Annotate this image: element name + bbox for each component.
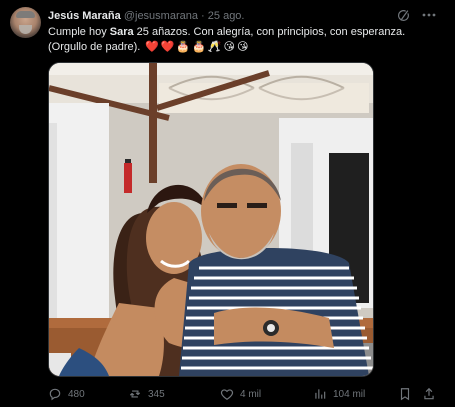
like-button[interactable]: 4 mil xyxy=(220,385,261,403)
bookmark-icon xyxy=(400,388,410,401)
tweet-text-line-1: Cumple hoy Sara 25 añazos. Con alegría, … xyxy=(48,25,428,40)
kiss-emoji: 😘 xyxy=(236,41,249,53)
reply-icon xyxy=(49,388,61,401)
photo-scene xyxy=(49,63,373,376)
tweet-text-name: Sara xyxy=(109,26,134,38)
views-count: 104 mil xyxy=(333,388,366,400)
share-icon xyxy=(424,387,434,400)
views-button[interactable]: 104 mil xyxy=(313,385,365,403)
views-chart-icon xyxy=(315,389,326,399)
emoji-row: ❤️ ❤️ 🎂 🎂 🥂 😘 😘 xyxy=(145,40,248,55)
repost-count: 345 xyxy=(148,388,165,400)
avatar-beard xyxy=(19,25,32,34)
heart-icon xyxy=(220,389,234,400)
more-icon[interactable] xyxy=(421,7,437,23)
header-icons xyxy=(395,7,437,23)
header-separator: · xyxy=(201,10,205,22)
author-avatar[interactable] xyxy=(10,7,41,38)
tweet-card[interactable]: Jesús Maraña @jesusmarana · 25 ago. Cump… xyxy=(0,0,455,407)
repost-button[interactable]: 345 xyxy=(128,385,165,403)
tweet-photo[interactable] xyxy=(48,62,374,377)
heart-emoji: ❤️ xyxy=(145,41,159,53)
clinking-glasses-emoji: 🥂 xyxy=(207,41,222,53)
avatar-hair xyxy=(16,11,35,18)
tweet-header: Jesús Maraña @jesusmarana · 25 ago. xyxy=(48,8,435,24)
author-display-name[interactable]: Jesús Maraña xyxy=(48,10,121,22)
like-count: 4 mil xyxy=(240,388,262,400)
author-handle[interactable]: @jesusmarana xyxy=(124,10,198,22)
grok-icon[interactable] xyxy=(395,7,411,23)
birthday-cake-emoji: 🎂 xyxy=(192,41,206,53)
bookmark-button[interactable] xyxy=(398,385,412,403)
post-date[interactable]: 25 ago. xyxy=(208,10,245,22)
share-button[interactable] xyxy=(422,385,436,403)
reply-button[interactable]: 480 xyxy=(48,385,85,403)
reply-count: 480 xyxy=(68,388,85,400)
birthday-cake-emoji: 🎂 xyxy=(176,41,191,53)
kiss-emoji: 😘 xyxy=(223,41,235,53)
repost-icon xyxy=(129,390,141,398)
tweet-actions: 480 345 4 mil 104 mil xyxy=(48,385,443,403)
tweet-text-suffix: 25 añazos. Con alegría, con principios, … xyxy=(133,26,406,38)
tweet-text-line2: (Orgullo de padre). xyxy=(48,41,141,53)
tweet-text-prefix: Cumple hoy xyxy=(48,26,110,38)
heart-emoji: ❤️ xyxy=(160,41,175,53)
